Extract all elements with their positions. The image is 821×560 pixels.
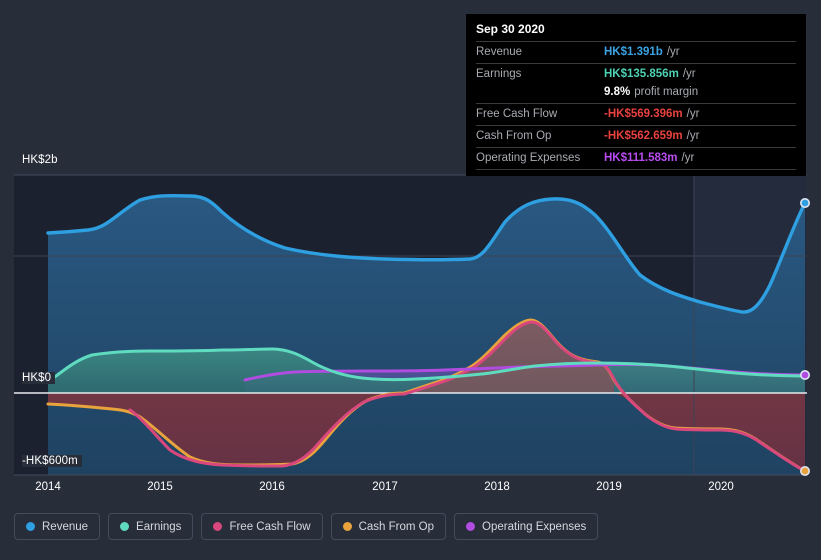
tooltip-unit-cash-from-op: /yr: [686, 130, 700, 142]
revenue-color-dot-icon: [26, 522, 35, 531]
legend-item-operating-expenses[interactable]: Operating Expenses: [454, 513, 599, 540]
tooltip-label-operating-expenses: Operating Expenses: [476, 152, 581, 164]
legend-label-operating-expenses: Operating Expenses: [482, 520, 587, 533]
chart-legend: Revenue Earnings Free Cash Flow Cash Fro…: [14, 513, 599, 540]
legend-item-earnings[interactable]: Earnings: [108, 513, 194, 540]
legend-label-free-cash-flow: Free Cash Flow: [229, 520, 311, 533]
legend-item-revenue[interactable]: Revenue: [14, 513, 101, 540]
tooltip-row-operating-expenses: Operating Expenses HK$111.583m /yr: [476, 147, 796, 169]
y-tick-label-neg600m: -HK$600m: [22, 455, 82, 467]
tooltip-label-cash-from-op: Cash From Op: [476, 130, 552, 142]
legend-label-earnings: Earnings: [136, 520, 182, 533]
tooltip-value-free-cash-flow: -HK$569.396m: [604, 108, 683, 120]
chart-page: HK$2b HK$0 -HK$600m 2014 2015 2016 2017 …: [0, 0, 821, 560]
legend-item-free-cash-flow[interactable]: Free Cash Flow: [201, 513, 323, 540]
x-tick-label-2020: 2020: [708, 481, 734, 493]
legend-label-cash-from-op: Cash From Op: [358, 520, 435, 533]
tooltip-unit-revenue: /yr: [666, 46, 680, 58]
tooltip-label-free-cash-flow: Free Cash Flow: [476, 108, 558, 120]
tooltip-unit-operating-expenses: /yr: [681, 152, 695, 164]
tooltip-row-revenue: Revenue HK$1.391b /yr: [476, 41, 796, 63]
tooltip-value-profit-margin: 9.8%: [604, 86, 631, 98]
tooltip-unit-free-cash-flow: /yr: [686, 108, 700, 120]
chart-tooltip: Sep 30 2020 Revenue HK$1.391b /yr Earnin…: [466, 14, 806, 176]
legend-label-revenue: Revenue: [42, 520, 89, 533]
tooltip-label-earnings: Earnings: [476, 68, 522, 80]
y-tick-label-2b: HK$2b: [22, 154, 62, 166]
operating-expenses-color-dot-icon: [466, 522, 476, 531]
tooltip-footer-rule: [476, 169, 796, 170]
x-tick-label-2019: 2019: [596, 481, 622, 493]
tooltip-row-free-cash-flow: Free Cash Flow -HK$569.396m /yr: [476, 103, 796, 125]
operating-expenses-endpoint-marker[interactable]: [799, 369, 810, 380]
tooltip-unit-profit-margin: profit margin: [634, 86, 699, 98]
tooltip-value-revenue: HK$1.391b: [604, 46, 663, 58]
cash-from-op-endpoint-marker[interactable]: [799, 465, 810, 476]
tooltip-unit-earnings: /yr: [682, 68, 696, 80]
tooltip-label-revenue: Revenue: [476, 46, 523, 58]
tooltip-value-cash-from-op: -HK$562.659m: [604, 130, 683, 142]
revenue-endpoint-marker[interactable]: [799, 198, 810, 209]
x-tick-label-2018: 2018: [484, 481, 510, 493]
tooltip-row-profit-margin: 9.8% profit margin: [476, 85, 796, 103]
y-tick-label-0: HK$0: [22, 372, 56, 384]
earnings-color-dot-icon: [120, 522, 130, 531]
x-tick-label-2015: 2015: [147, 481, 173, 493]
legend-item-cash-from-op[interactable]: Cash From Op: [330, 513, 447, 540]
tooltip-value-earnings: HK$135.856m: [604, 68, 679, 80]
free-cash-flow-color-dot-icon: [213, 522, 223, 531]
x-tick-label-2016: 2016: [259, 481, 285, 493]
tooltip-value-operating-expenses: HK$111.583m: [604, 152, 678, 164]
tooltip-date: Sep 30 2020: [476, 22, 545, 36]
x-tick-label-2014: 2014: [35, 481, 61, 493]
tooltip-row-earnings: Earnings HK$135.856m /yr: [476, 63, 796, 85]
x-tick-label-2017: 2017: [372, 481, 398, 493]
cash-from-op-color-dot-icon: [342, 522, 352, 531]
tooltip-row-cash-from-op: Cash From Op -HK$562.659m /yr: [476, 125, 796, 147]
